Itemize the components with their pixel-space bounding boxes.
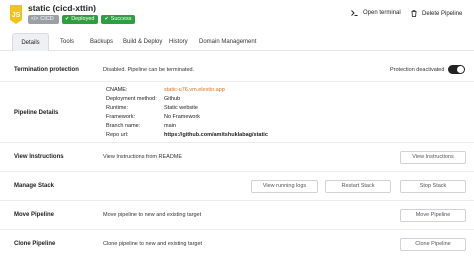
termination-protection-label: Termination protection bbox=[14, 67, 79, 73]
toggle-knob bbox=[457, 66, 464, 73]
pipeline-details-row: Pipeline Details CNAME: static-u76.vm.el… bbox=[0, 82, 474, 143]
check-circle-icon: ✔ bbox=[65, 16, 70, 22]
manage-stack-row: Manage Stack View running logs Restart S… bbox=[0, 172, 474, 201]
open-terminal-button[interactable]: Open terminal bbox=[351, 10, 401, 16]
view-instructions-row: View Instructions View Instructions from… bbox=[0, 143, 474, 172]
manage-stack-label: Manage Stack bbox=[14, 183, 55, 189]
view-instructions-description: View Instructions from README bbox=[103, 154, 183, 160]
view-instructions-button[interactable]: View Instructions bbox=[400, 151, 466, 164]
tab-details[interactable]: Details bbox=[12, 33, 49, 51]
detail-value: main bbox=[164, 123, 176, 129]
protection-toggle[interactable] bbox=[448, 65, 465, 74]
open-terminal-label: Open terminal bbox=[363, 10, 401, 16]
js-logo-icon: JS bbox=[10, 5, 22, 24]
move-pipeline-button[interactable]: Move Pipeline bbox=[400, 209, 466, 222]
detail-value: Github bbox=[164, 96, 181, 102]
page-title: static (cicd-xttin) bbox=[28, 3, 97, 13]
status-badges: </> CICD ✔ Deployed ✔ Success bbox=[28, 15, 136, 24]
trash-icon bbox=[411, 10, 417, 17]
success-badge-label: Success bbox=[110, 16, 132, 22]
clone-pipeline-description: Clone pipeline to new and existing targe… bbox=[103, 241, 203, 247]
detail-key: Branch name: bbox=[106, 123, 141, 129]
deployed-badge-label: Deployed bbox=[71, 16, 95, 22]
delete-pipeline-button[interactable]: Delete Pipeline bbox=[411, 10, 462, 17]
cname-link[interactable]: static-u76.vm.elestio.app bbox=[164, 87, 225, 93]
clone-pipeline-label: Clone Pipeline bbox=[14, 241, 56, 247]
cicd-badge-label: CICD bbox=[40, 16, 54, 22]
termination-protection-description: Disabled. Pipeline can be terminated. bbox=[103, 67, 195, 73]
code-icon: </> bbox=[31, 16, 39, 22]
page-header: JS static (cicd-xttin) </> CICD ✔ Deploy… bbox=[0, 0, 474, 30]
view-running-logs-button[interactable]: View running logs bbox=[251, 180, 318, 193]
check-circle-icon: ✔ bbox=[104, 16, 109, 22]
tab-bar: Details Tools Backups Build & Deploy His… bbox=[0, 33, 474, 51]
cicd-badge: </> CICD bbox=[28, 15, 59, 24]
move-pipeline-description: Move pipeline to new and existing target bbox=[103, 212, 202, 218]
tab-history[interactable]: History bbox=[169, 33, 188, 51]
restart-stack-button[interactable]: Restart Stack bbox=[325, 180, 391, 193]
detail-key: Deployment method: bbox=[106, 96, 157, 102]
move-pipeline-row: Move Pipeline Move pipeline to new and e… bbox=[0, 201, 474, 230]
repo-url-link[interactable]: https://github.com/amitshuklabag/static bbox=[164, 132, 268, 138]
tab-tools[interactable]: Tools bbox=[60, 33, 74, 51]
detail-value: Static website bbox=[164, 105, 198, 111]
clone-pipeline-button[interactable]: Clone Pipeline bbox=[400, 238, 466, 251]
termination-protection-row: Termination protection Disabled. Pipelin… bbox=[0, 58, 474, 82]
tab-build-deploy[interactable]: Build & Deploy bbox=[123, 33, 162, 51]
svg-text:JS: JS bbox=[12, 12, 21, 19]
detail-key: Repo url: bbox=[106, 132, 129, 138]
terminal-icon bbox=[351, 10, 358, 16]
tab-backups[interactable]: Backups bbox=[90, 33, 113, 51]
tab-domain-management[interactable]: Domain Management bbox=[199, 33, 256, 51]
deployed-badge: ✔ Deployed bbox=[62, 15, 99, 24]
detail-key: Runtime: bbox=[106, 105, 129, 111]
detail-key: CNAME: bbox=[106, 87, 128, 93]
stop-stack-button[interactable]: Stop Stack bbox=[400, 180, 466, 193]
move-pipeline-label: Move Pipeline bbox=[14, 212, 55, 218]
detail-value: No Framework bbox=[164, 114, 201, 120]
detail-key: Framework: bbox=[106, 114, 136, 120]
view-instructions-label: View Instructions bbox=[14, 154, 64, 160]
protection-status-label: Protection deactivated bbox=[390, 67, 445, 73]
pipeline-details-label: Pipeline Details bbox=[14, 110, 59, 116]
clone-pipeline-row: Clone Pipeline Clone pipeline to new and… bbox=[0, 230, 474, 259]
success-badge: ✔ Success bbox=[101, 15, 136, 24]
delete-pipeline-label: Delete Pipeline bbox=[422, 10, 463, 17]
